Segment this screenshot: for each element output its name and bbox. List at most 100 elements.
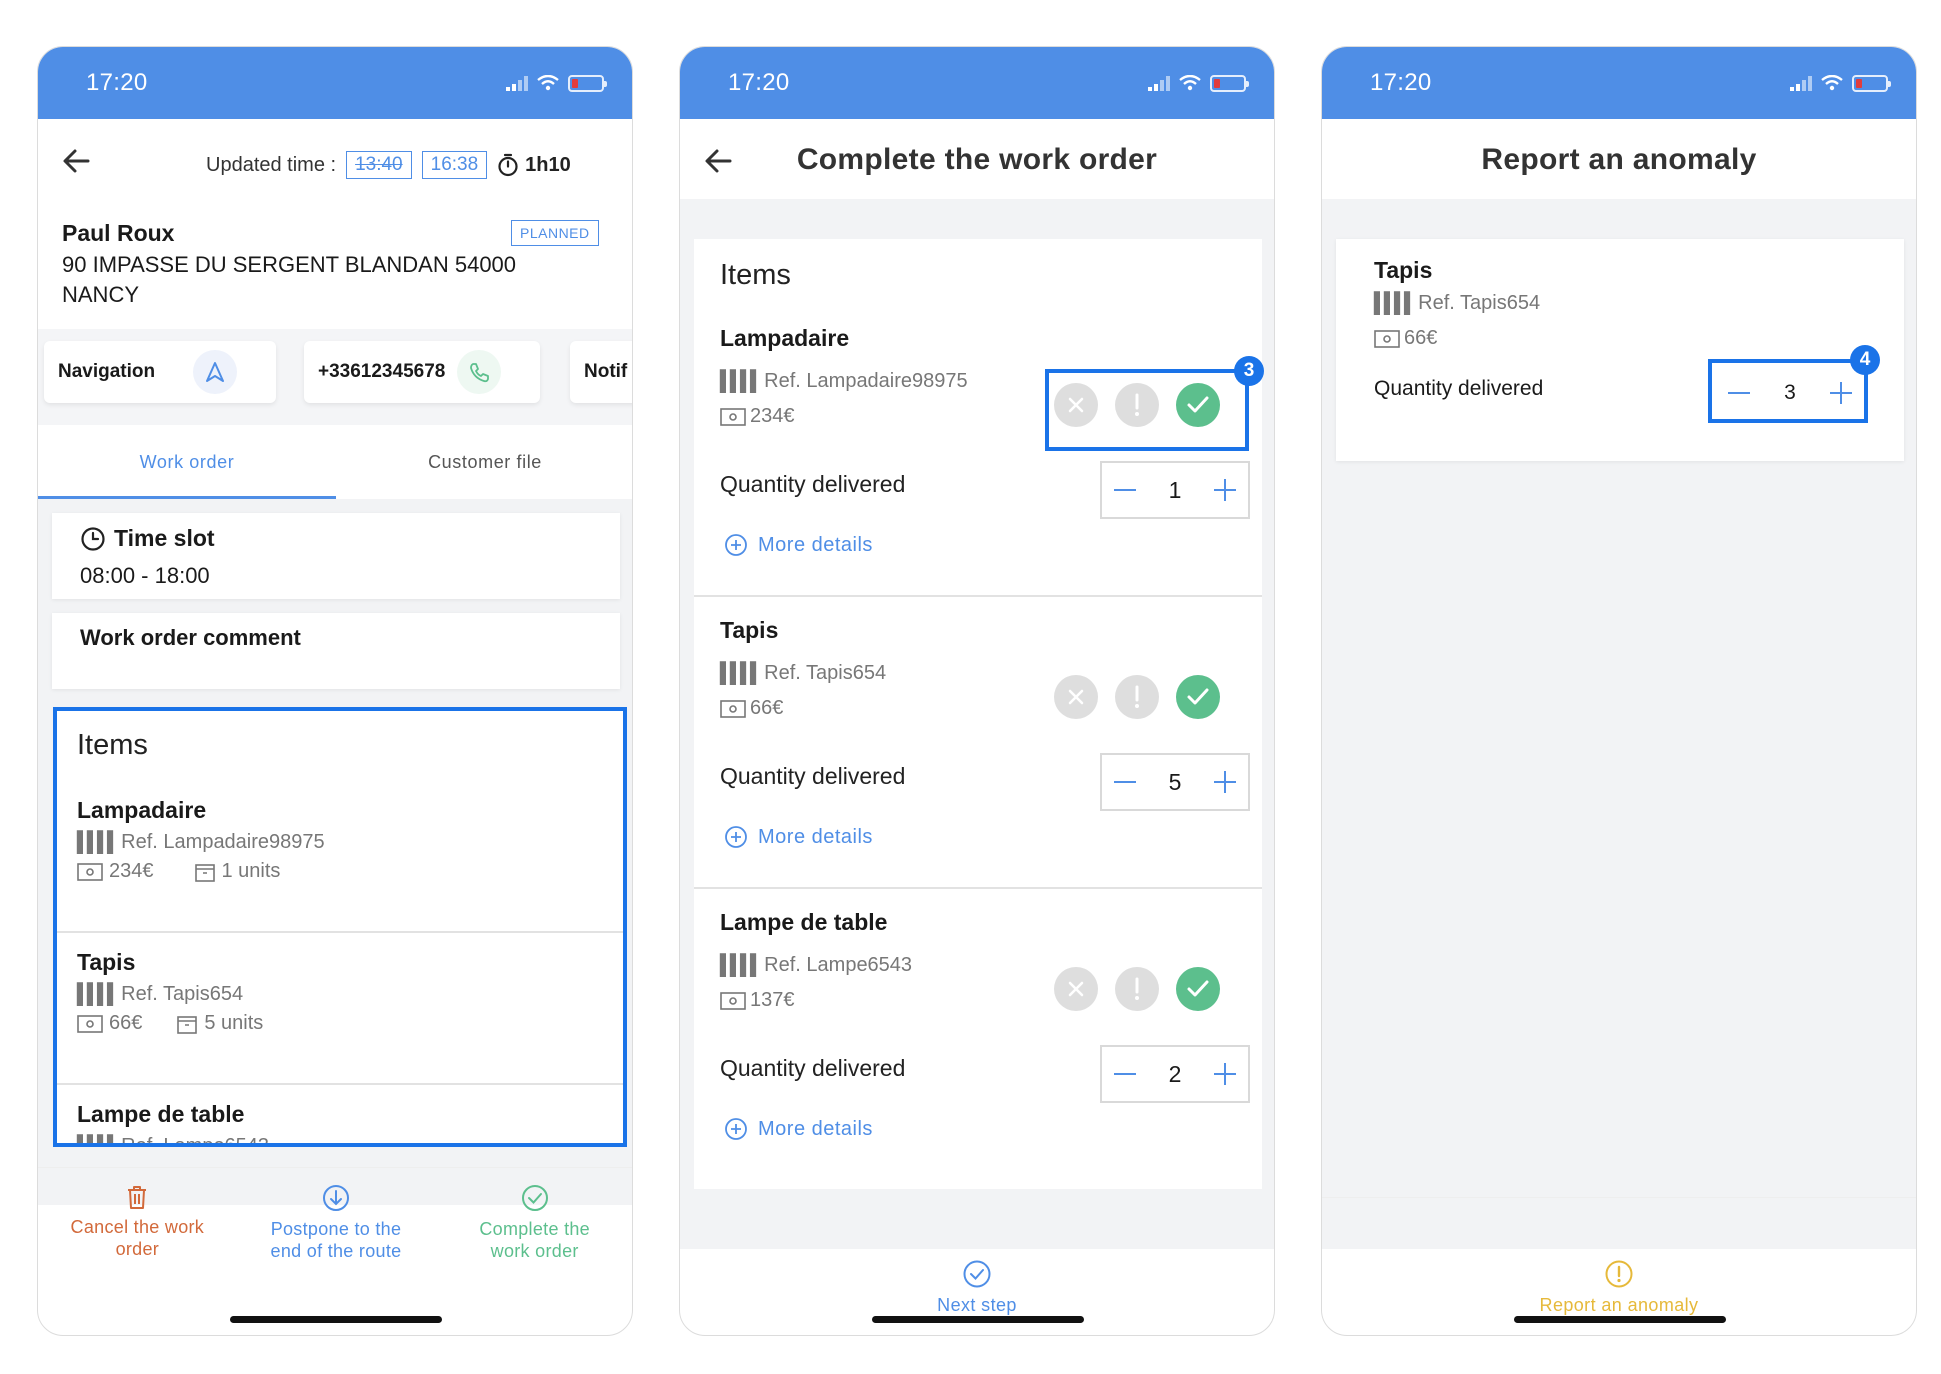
status-bar: 17:20: [1322, 47, 1916, 119]
navigation-icon: [193, 350, 238, 394]
quantity-stepper[interactable]: 1: [1100, 461, 1250, 519]
check-icon: [1187, 688, 1209, 705]
duration-value: 1h10: [525, 153, 571, 176]
item-name: Tapis: [1374, 257, 1433, 283]
quantity-value: 5: [1168, 768, 1182, 795]
banknote-icon: [720, 699, 746, 718]
report-anomaly-button[interactable]: Report an anomaly: [1322, 1259, 1916, 1316]
status-bar: 17:20: [680, 47, 1274, 119]
anomaly-button[interactable]: [1115, 675, 1159, 719]
plus-icon[interactable]: [1213, 771, 1236, 793]
item-tapis[interactable]: Tapis ▌▌▌▌ Ref. Tapis654 66€ 5 units: [77, 949, 607, 1035]
exclamation-icon: [1135, 685, 1139, 708]
status-buttons: [1054, 967, 1220, 1011]
customer-address: 90 IMPASSE DU SERGENT BLANDAN 54000 NANC…: [62, 252, 517, 307]
more-details-link[interactable]: More details: [724, 1117, 873, 1141]
quantity-value: 1: [1168, 476, 1182, 503]
barcode-icon: ▌▌▌▌: [77, 830, 119, 854]
minus-icon[interactable]: [1114, 781, 1136, 783]
check-icon: [1187, 980, 1209, 997]
postpone-button[interactable]: Postpone to the end of the route: [237, 1168, 436, 1287]
cancel-work-order-button[interactable]: Cancel the work order: [38, 1168, 237, 1287]
item-lampe-de-table[interactable]: Lampe de table ▌▌▌▌ Ref. Lampe6543: [77, 1101, 607, 1147]
complete-work-order-button[interactable]: Complete the work order: [435, 1168, 632, 1287]
anomaly-button[interactable]: [1115, 967, 1159, 1011]
quantity-label: Quantity delivered: [720, 1055, 906, 1081]
item-price: 234€: [109, 860, 154, 882]
tabs: Work order Customer file: [38, 425, 632, 499]
minus-icon[interactable]: [1114, 1073, 1136, 1075]
tab-customer-file[interactable]: Customer file: [336, 425, 632, 499]
page-title: Complete the work order: [796, 143, 1158, 176]
item-ref: Ref. Tapis654: [1418, 291, 1541, 314]
reject-button[interactable]: [1054, 675, 1098, 719]
battery-icon: [1210, 74, 1249, 92]
clock-icon: [81, 526, 105, 551]
signal-icon: [1148, 75, 1170, 91]
next-step-button[interactable]: Next step: [680, 1259, 1274, 1316]
quantity-stepper[interactable]: 2: [1100, 1045, 1250, 1103]
plus-icon[interactable]: [1213, 479, 1236, 501]
reject-button[interactable]: [1054, 967, 1098, 1011]
quantity-label: Quantity delivered: [720, 471, 906, 497]
item-ref: Ref. Lampe6543: [121, 1134, 270, 1147]
bottom-actions: Cancel the work order Postpone to the en…: [38, 1167, 632, 1287]
customer-name: Paul Roux: [62, 220, 175, 246]
barcode-icon: ▌▌▌▌: [77, 1134, 119, 1147]
cancel-label: Cancel the work order: [70, 1217, 205, 1259]
step-badge: 4: [1850, 345, 1880, 375]
notif-chip[interactable]: Notif: [570, 341, 632, 403]
highlight-box-quantity: [1708, 359, 1868, 423]
divider: [1322, 1197, 1916, 1198]
plus-icon[interactable]: [1213, 1063, 1236, 1085]
check-circle-icon: [521, 1185, 548, 1211]
phone-icon: [457, 350, 502, 394]
exclamation-icon: [1135, 977, 1139, 1000]
item-price: 137€: [750, 989, 795, 1011]
navigation-chip[interactable]: Navigation: [44, 341, 276, 403]
item-price: 66€: [750, 697, 784, 719]
divider: [57, 1083, 623, 1085]
box-icon: [194, 863, 215, 882]
item-ref: Ref. Tapis654: [121, 982, 244, 1005]
quantity-label: Quantity delivered: [1374, 377, 1544, 400]
status-buttons: [1054, 675, 1220, 719]
delivered-button[interactable]: [1176, 675, 1220, 719]
plus-circle-icon: [725, 1118, 747, 1140]
item-price: 234€: [750, 405, 795, 427]
status-time: 17:20: [86, 69, 148, 96]
item-units: 5 units: [204, 1012, 264, 1034]
quantity-stepper[interactable]: 5: [1100, 753, 1250, 811]
more-details-label: More details: [758, 1117, 873, 1140]
barcode-icon: ▌▌▌▌: [1374, 291, 1416, 315]
highlight-box-status: [1045, 369, 1249, 451]
back-arrow-icon[interactable]: [58, 143, 94, 179]
item-ref: Ref. Tapis654: [764, 661, 887, 684]
tab-work-order[interactable]: Work order: [38, 425, 336, 499]
barcode-icon: ▌▌▌▌: [720, 369, 762, 393]
minus-icon[interactable]: [1114, 489, 1136, 491]
box-icon: [177, 1015, 198, 1034]
old-time: 13:40: [346, 151, 412, 179]
report-anomaly-label: Report an anomaly: [1539, 1295, 1699, 1315]
banknote-icon: [720, 407, 746, 426]
item-section-tapis: Tapis ▌▌▌▌ Ref. Tapis654 66€ Quantity del…: [694, 529, 1262, 889]
time-slot-label: Time slot: [114, 525, 215, 551]
banknote-icon: [77, 862, 103, 881]
work-order-comment-card[interactable]: Work order comment: [52, 613, 620, 689]
item-units: 1 units: [221, 860, 281, 882]
close-icon: [1068, 689, 1084, 705]
home-indicator: [1514, 1316, 1726, 1323]
signal-icon: [506, 75, 528, 91]
item-lampadaire[interactable]: Lampadaire ▌▌▌▌ Ref. Lampadaire98975 234€…: [77, 797, 607, 883]
time-slot-value: 08:00 - 18:00: [80, 563, 210, 588]
battery-icon: [568, 74, 607, 92]
barcode-icon: ▌▌▌▌: [720, 661, 762, 685]
items-card: Items Lampadaire ▌▌▌▌ Ref. Lampadaire9897…: [694, 239, 1264, 1189]
phone-screen-complete-work-order: 17:20 Complete the work order Items Lamp…: [679, 46, 1275, 1336]
status-time: 17:20: [1370, 69, 1432, 96]
item-price: 66€: [109, 1012, 143, 1034]
status-badge: PLANNED: [511, 220, 599, 246]
delivered-button[interactable]: [1176, 967, 1220, 1011]
phone-chip[interactable]: +33612345678: [304, 341, 540, 403]
